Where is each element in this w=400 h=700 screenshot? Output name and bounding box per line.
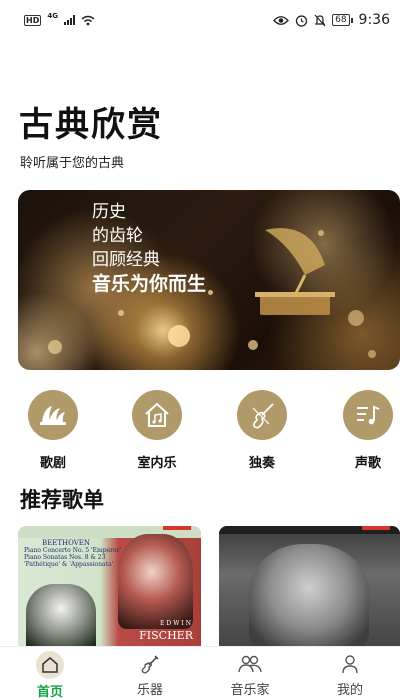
- playlist-card[interactable]: BEETHOVEN Piano Concerto No. 5 'Emperor'…: [18, 526, 201, 646]
- music-house-icon: [132, 390, 182, 440]
- guitar-icon: [135, 651, 165, 677]
- section-title: 推荐歌单: [20, 488, 104, 512]
- battery-level: 68: [332, 14, 350, 26]
- category-label: 独奏: [248, 456, 275, 471]
- banner-line-4: 音乐为你而生: [92, 273, 207, 295]
- nav-musicians[interactable]: 音乐家: [200, 647, 300, 700]
- hero-banner[interactable]: 历史 的齿轮 回顾经典 音乐为你而生: [18, 190, 400, 370]
- clock-time: 9:36: [358, 12, 390, 28]
- hd-badge: HD: [24, 14, 42, 26]
- nav-home[interactable]: 首页: [0, 647, 100, 700]
- nav-label: 乐器: [136, 683, 163, 698]
- signal-icon: [63, 15, 75, 25]
- people-icon: [235, 651, 265, 677]
- status-left: HD 4G: [24, 12, 95, 26]
- nav-label: 我的: [336, 683, 363, 698]
- alarm-icon: [295, 14, 308, 27]
- cover-line: Piano Sonatas Nos. 8 & 23: [24, 554, 106, 561]
- category-chamber[interactable]: 室内乐: [117, 390, 197, 471]
- cover-badge: [362, 526, 390, 530]
- cover-line: Piano Concerto No. 5 'Emperor': [24, 547, 122, 554]
- status-bar: HD 4G 68 9:36: [0, 0, 400, 40]
- category-label: 室内乐: [137, 456, 177, 471]
- page-title: 古典欣赏: [19, 105, 163, 145]
- gramophone-icon: [255, 228, 335, 315]
- mute-bell-icon: [314, 14, 326, 26]
- eye-icon: [273, 15, 289, 25]
- battery-icon: 68: [332, 14, 353, 26]
- cover-line: 'Pathétique' & 'Appassionata': [24, 561, 114, 568]
- nav-label: 首页: [36, 685, 63, 700]
- status-right: 68 9:36: [273, 12, 390, 28]
- bottom-nav: 首页 乐器 音乐家 我的: [0, 646, 400, 700]
- banner-line-3: 回顾经典: [92, 250, 160, 270]
- playlist-card[interactable]: [219, 526, 400, 646]
- nav-profile[interactable]: 我的: [300, 647, 400, 700]
- category-label: 歌剧: [39, 456, 66, 471]
- category-vocal[interactable]: 声歌: [328, 390, 400, 471]
- banner-line-2: 的齿轮: [92, 226, 143, 246]
- music-list-icon: [343, 390, 393, 440]
- wifi-icon: [81, 15, 95, 25]
- category-opera[interactable]: 歌剧: [13, 390, 93, 471]
- cover-portrait: [249, 544, 369, 646]
- banner-text: 历史 的齿轮 回顾经典 音乐为你而生: [92, 200, 206, 296]
- category-row: 歌剧 室内乐 独奏 声歌: [0, 390, 400, 474]
- cover-artist-name: EDWIN FISCHER: [139, 620, 193, 642]
- home-icon: [36, 651, 64, 679]
- violin-icon: [237, 390, 287, 440]
- banner-line-1: 历史: [92, 202, 126, 222]
- cover-portrait-left: [26, 584, 96, 646]
- cover-portrait-right: [118, 534, 193, 629]
- nav-label: 音乐家: [230, 683, 270, 698]
- user-icon: [335, 651, 365, 677]
- category-label: 声歌: [354, 456, 381, 471]
- cover-badge: [163, 526, 191, 530]
- page-subtitle: 聆听属于您的古典: [20, 156, 125, 171]
- cover-text: BEETHOVEN Piano Concerto No. 5 'Emperor'…: [24, 539, 122, 569]
- nav-instruments[interactable]: 乐器: [100, 647, 200, 700]
- cover-composer: BEETHOVEN: [41, 539, 91, 547]
- opera-house-icon: [28, 390, 78, 440]
- network-label: 4G: [47, 12, 58, 20]
- category-solo[interactable]: 独奏: [222, 390, 302, 471]
